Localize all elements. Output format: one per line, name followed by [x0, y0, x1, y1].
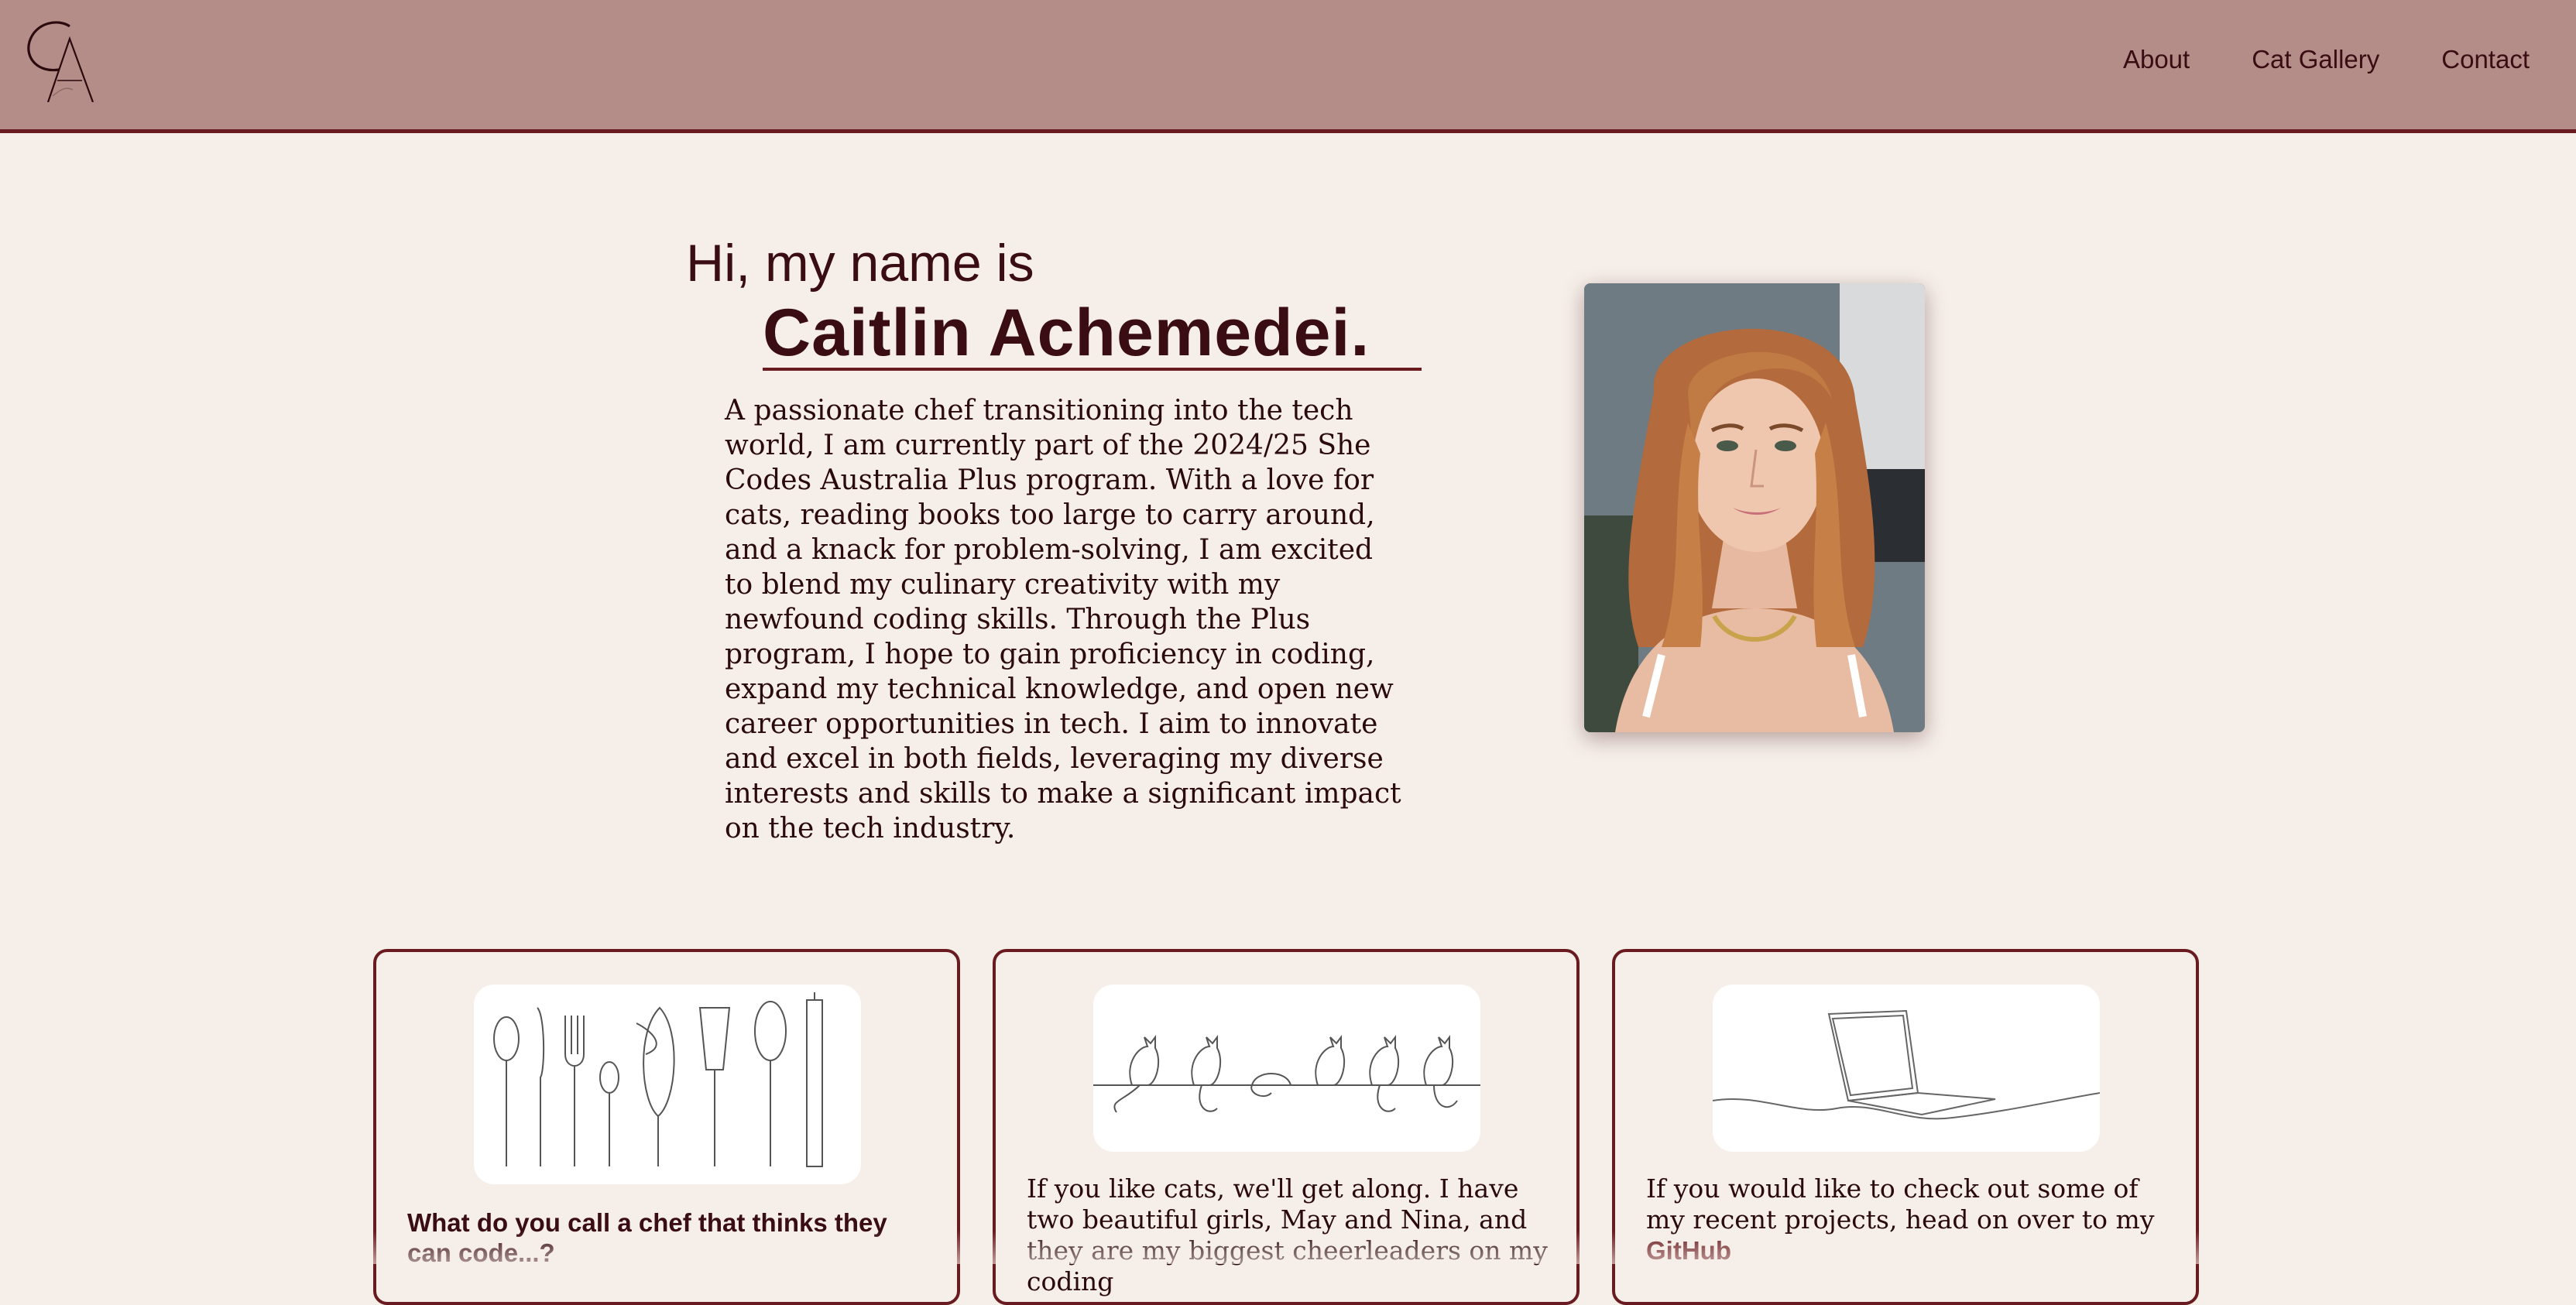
- nav-about[interactable]: About: [2123, 43, 2190, 77]
- cats-illustration: [1093, 985, 1480, 1152]
- kitchen-utensils-icon: [493, 992, 823, 1167]
- profile-photo: [1584, 283, 1925, 732]
- main-nav: About Cat Gallery Contact: [2061, 43, 2530, 77]
- greeting-text: Hi, my name is: [686, 234, 1034, 293]
- utensils-illustration: [474, 985, 861, 1184]
- github-link[interactable]: GitHub: [1646, 1236, 1731, 1265]
- page-title: Caitlin Achemedei.: [763, 296, 1370, 370]
- bio-paragraph: A passionate chef transitioning into the…: [725, 395, 1401, 844]
- card-chef: What do you call a chef that thinks they…: [373, 949, 960, 1305]
- laptop-illustration: [1713, 985, 2100, 1152]
- title-underline: [763, 368, 1422, 371]
- card-cats: If you like cats, we'll get along. I hav…: [993, 949, 1580, 1305]
- card-github-text: If you would like to check out some of m…: [1646, 1173, 2173, 1266]
- ca-logo[interactable]: [22, 15, 99, 102]
- card-chef-title: What do you call a chef that thinks they…: [407, 1208, 887, 1267]
- nav-contact[interactable]: Contact: [2441, 43, 2530, 77]
- portrait-illustration: [1584, 283, 1925, 732]
- nav-cat-gallery[interactable]: Cat Gallery: [2252, 43, 2379, 77]
- card-github: If you would like to check out some of m…: [1612, 949, 2199, 1305]
- site-header: About Cat Gallery Contact: [0, 0, 2576, 133]
- laptop-icon: [1713, 1009, 2100, 1120]
- card-cats-text: If you like cats, we'll get along. I hav…: [1027, 1173, 1548, 1296]
- card-github-text-body: If you would like to check out some of m…: [1646, 1173, 2155, 1235]
- cats-line-icon: [1093, 1035, 1480, 1113]
